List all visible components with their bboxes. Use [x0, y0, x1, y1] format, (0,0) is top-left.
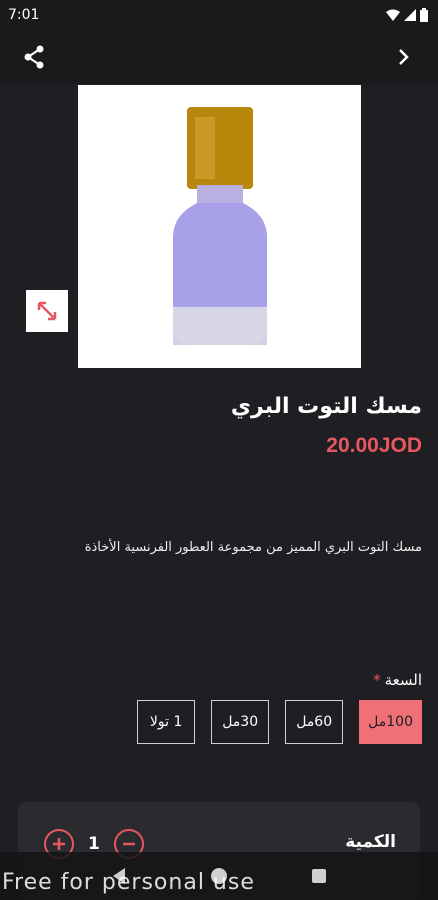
option-60ml[interactable]: 60مل: [285, 700, 344, 744]
share-button[interactable]: [16, 39, 52, 75]
status-bar: 7:01: [0, 0, 438, 30]
expand-image-button[interactable]: [26, 290, 68, 332]
plus-icon: [53, 838, 65, 850]
share-icon: [24, 45, 44, 69]
recents-nav-icon[interactable]: [311, 868, 327, 884]
perfume-bottle-image: [172, 106, 267, 345]
option-30ml[interactable]: 30مل: [211, 700, 270, 744]
wifi-icon: [386, 9, 400, 21]
option-1-tola[interactable]: 1 تولا: [137, 700, 196, 744]
product-price: 20.00JOD: [326, 434, 422, 457]
capacity-label: السعة *: [373, 671, 422, 689]
minus-icon: [122, 842, 135, 846]
product-title: مسك التوت البري: [230, 394, 422, 419]
signal-icon: [404, 9, 416, 21]
watermark-text: Free for personal use: [2, 870, 255, 895]
required-mark: *: [373, 671, 381, 689]
expand-icon: [37, 301, 57, 321]
battery-icon: [420, 8, 428, 22]
top-app-bar: [0, 30, 438, 84]
quantity-value: 1: [88, 834, 100, 854]
quantity-label: الكمية: [345, 832, 396, 852]
status-icons: [386, 8, 428, 22]
product-description: مسك التوت البري المميز من مجموعة العطور …: [84, 540, 422, 555]
capacity-options: 100مل 60مل 30مل 1 تولا: [137, 700, 422, 744]
capacity-label-text: السعة: [384, 671, 422, 689]
forward-button[interactable]: [386, 39, 422, 75]
product-image[interactable]: [78, 85, 361, 368]
status-time: 7:01: [8, 7, 40, 23]
option-100ml[interactable]: 100مل: [359, 700, 422, 744]
chevron-right-icon: [399, 49, 409, 65]
